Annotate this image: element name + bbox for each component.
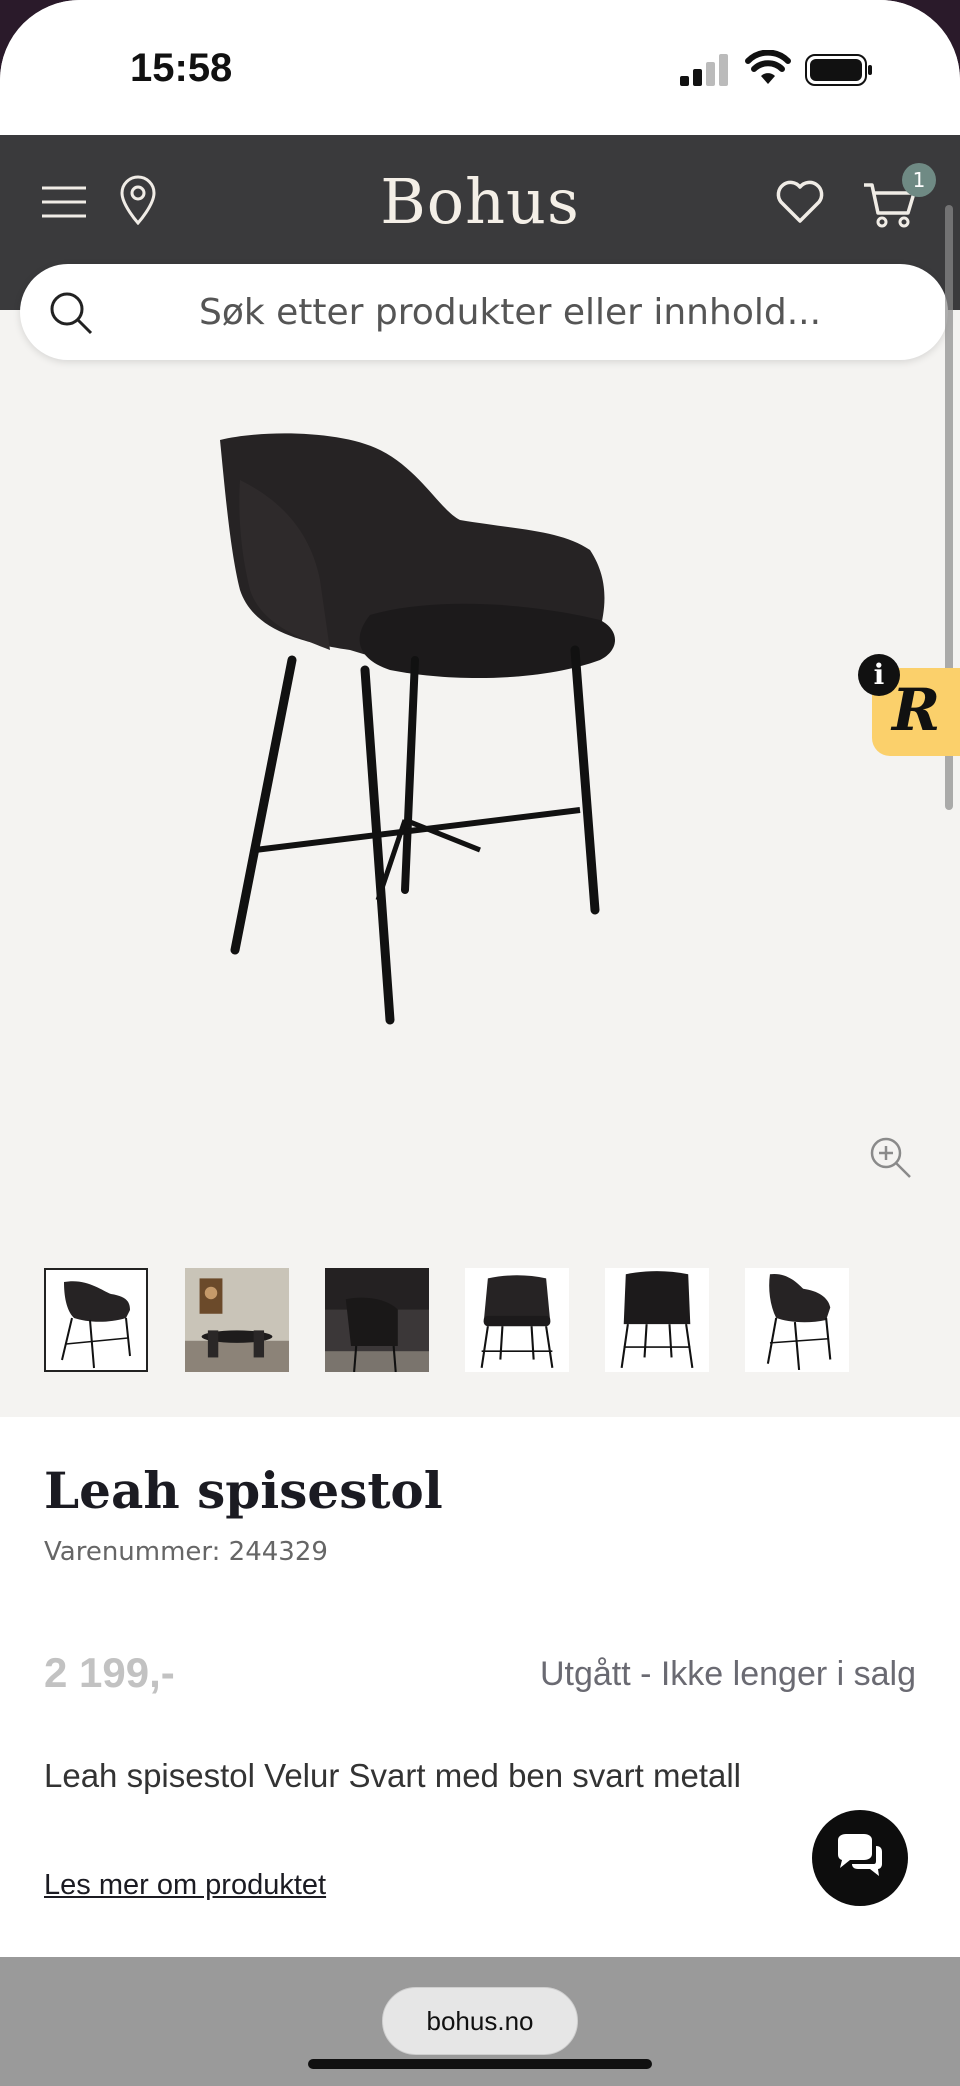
product-title: Leah spisestol <box>44 1461 443 1520</box>
product-price: 2 199,- <box>44 1649 175 1696</box>
thumbnail-room-image <box>185 1268 289 1372</box>
thumbnail-strip <box>0 1268 960 1376</box>
product-sku: Varenummer: 244329 <box>44 1537 328 1567</box>
thumbnail-2[interactable] <box>185 1268 289 1372</box>
status-time: 15:58 <box>130 46 233 90</box>
search-icon <box>50 292 93 335</box>
thumbnail-chair-front-image <box>465 1268 569 1372</box>
product-description: Leah spisestol Velur Svart med ben svart… <box>44 1757 742 1794</box>
thumbnail-5[interactable] <box>605 1268 709 1372</box>
search-input[interactable] <box>120 264 900 360</box>
zoom-icon[interactable] <box>868 1135 914 1181</box>
wifi-icon <box>745 50 791 84</box>
read-more-link[interactable]: Les mer om produktet <box>44 1869 326 1902</box>
product-details: Leah spisestol Varenummer: 244329 2 199,… <box>0 1417 960 1957</box>
thumbnail-6[interactable] <box>745 1268 849 1372</box>
thumbnail-chair-side-image <box>745 1268 849 1372</box>
info-icon[interactable]: i <box>858 654 900 696</box>
thumbnail-4[interactable] <box>465 1268 569 1372</box>
thumbnail-interior-image <box>325 1268 429 1373</box>
browser-bottom-bar: bohus.no <box>0 1957 960 2086</box>
chat-icon <box>838 1834 882 1876</box>
product-gallery <box>0 310 960 1417</box>
thumbnail-chair-back-image <box>605 1268 709 1372</box>
thumbnail-3[interactable] <box>325 1268 429 1373</box>
review-widget-logo: R <box>892 676 941 744</box>
heart-icon[interactable] <box>775 177 825 227</box>
cellular-signal-icon <box>680 54 728 86</box>
home-indicator[interactable] <box>308 2059 652 2069</box>
battery-icon <box>805 54 872 86</box>
thumbnail-chair-image <box>46 1270 146 1370</box>
search-bar[interactable] <box>20 264 948 360</box>
url-bar[interactable]: bohus.no <box>382 1987 578 2055</box>
availability-status: Utgått - Ikke lenger i salg <box>539 1655 916 1693</box>
phone-screen: 15:58 Bohus 1 Søk etter produkter eller … <box>0 0 960 2086</box>
status-bar: 15:58 <box>0 0 960 135</box>
thumbnail-1[interactable] <box>44 1268 148 1372</box>
product-image[interactable] <box>200 420 760 1140</box>
chat-button[interactable] <box>812 1810 908 1906</box>
cart-count-badge: 1 <box>902 163 936 197</box>
